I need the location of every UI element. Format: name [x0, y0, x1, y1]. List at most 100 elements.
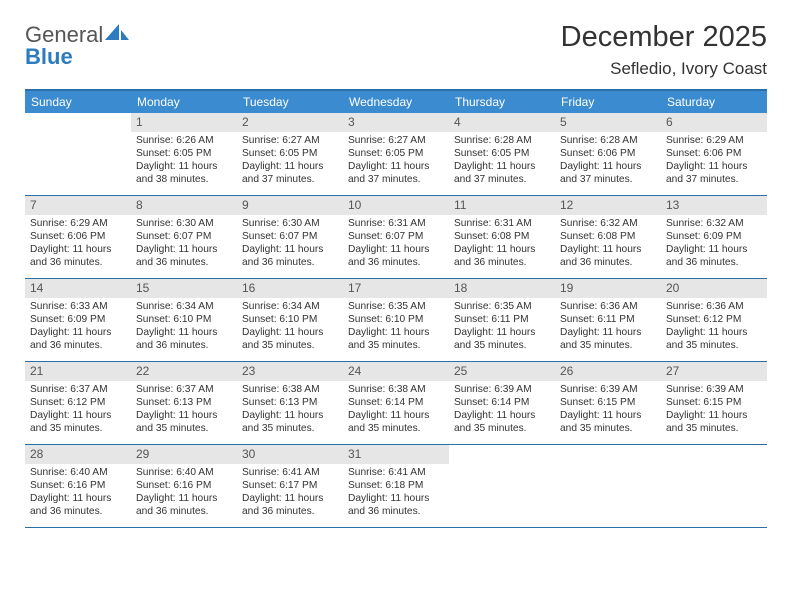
day-header-monday: Monday [131, 91, 237, 113]
day-cell-20: 20Sunrise: 6:36 AMSunset: 6:12 PMDayligh… [661, 279, 767, 361]
sunrise-text: Sunrise: 6:39 AM [666, 383, 762, 396]
day-cell-22: 22Sunrise: 6:37 AMSunset: 6:13 PMDayligh… [131, 362, 237, 444]
sunset-text: Sunset: 6:07 PM [348, 230, 444, 243]
sunset-text: Sunset: 6:05 PM [454, 147, 550, 160]
day-number: 16 [237, 279, 343, 298]
daylight-text: Daylight: 11 hours and 36 minutes. [30, 243, 126, 269]
sunrise-text: Sunrise: 6:28 AM [454, 134, 550, 147]
sunrise-text: Sunrise: 6:39 AM [560, 383, 656, 396]
sunrise-text: Sunrise: 6:32 AM [666, 217, 762, 230]
daylight-text: Daylight: 11 hours and 36 minutes. [136, 492, 232, 518]
day-number: 17 [343, 279, 449, 298]
sunset-text: Sunset: 6:12 PM [666, 313, 762, 326]
sunset-text: Sunset: 6:06 PM [560, 147, 656, 160]
daylight-text: Daylight: 11 hours and 36 minutes. [30, 326, 126, 352]
day-cell-16: 16Sunrise: 6:34 AMSunset: 6:10 PMDayligh… [237, 279, 343, 361]
sunrise-text: Sunrise: 6:35 AM [348, 300, 444, 313]
sunrise-text: Sunrise: 6:38 AM [348, 383, 444, 396]
daylight-text: Daylight: 11 hours and 36 minutes. [560, 243, 656, 269]
sunrise-text: Sunrise: 6:32 AM [560, 217, 656, 230]
day-number: 14 [25, 279, 131, 298]
calendar: SundayMondayTuesdayWednesdayThursdayFrid… [25, 89, 767, 528]
day-number: 5 [555, 113, 661, 132]
daylight-text: Daylight: 11 hours and 37 minutes. [348, 160, 444, 186]
sunset-text: Sunset: 6:06 PM [666, 147, 762, 160]
sunset-text: Sunset: 6:05 PM [242, 147, 338, 160]
day-cell-6: 6Sunrise: 6:29 AMSunset: 6:06 PMDaylight… [661, 113, 767, 195]
day-cell-7: 7Sunrise: 6:29 AMSunset: 6:06 PMDaylight… [25, 196, 131, 278]
week-row: 21Sunrise: 6:37 AMSunset: 6:12 PMDayligh… [25, 362, 767, 445]
daylight-text: Daylight: 11 hours and 36 minutes. [242, 492, 338, 518]
sunrise-text: Sunrise: 6:38 AM [242, 383, 338, 396]
day-cell-12: 12Sunrise: 6:32 AMSunset: 6:08 PMDayligh… [555, 196, 661, 278]
daylight-text: Daylight: 11 hours and 36 minutes. [348, 492, 444, 518]
day-number: 29 [131, 445, 237, 464]
sunset-text: Sunset: 6:10 PM [348, 313, 444, 326]
day-cell-9: 9Sunrise: 6:30 AMSunset: 6:07 PMDaylight… [237, 196, 343, 278]
sunrise-text: Sunrise: 6:27 AM [242, 134, 338, 147]
sunrise-text: Sunrise: 6:30 AM [242, 217, 338, 230]
day-cell-30: 30Sunrise: 6:41 AMSunset: 6:17 PMDayligh… [237, 445, 343, 527]
day-number: 2 [237, 113, 343, 132]
daylight-text: Daylight: 11 hours and 36 minutes. [454, 243, 550, 269]
day-header-friday: Friday [555, 91, 661, 113]
sunrise-text: Sunrise: 6:36 AM [560, 300, 656, 313]
sunrise-text: Sunrise: 6:29 AM [666, 134, 762, 147]
day-number: 15 [131, 279, 237, 298]
sunrise-text: Sunrise: 6:34 AM [242, 300, 338, 313]
sunset-text: Sunset: 6:05 PM [136, 147, 232, 160]
day-cell-14: 14 Sunrise: 6:33 AMSunset: 6:09 PMDayligh… [25, 279, 131, 361]
sunrise-text: Sunrise: 6:41 AM [242, 466, 338, 479]
day-cell-18: 18Sunrise: 6:35 AMSunset: 6:11 PMDayligh… [449, 279, 555, 361]
week-row: 1Sunrise: 6:26 AMSunset: 6:05 PMDaylight… [25, 113, 767, 196]
day-number: 11 [449, 196, 555, 215]
daylight-text: Daylight: 11 hours and 36 minutes. [136, 243, 232, 269]
daylight-text: Daylight: 11 hours and 38 minutes. [136, 160, 232, 186]
day-number: 12 [555, 196, 661, 215]
day-cell-3: 3Sunrise: 6:27 AMSunset: 6:05 PMDaylight… [343, 113, 449, 195]
day-number: 9 [237, 196, 343, 215]
sunrise-text: Sunrise: 6:33 AM [30, 300, 126, 313]
day-cell-24: 24Sunrise: 6:38 AMSunset: 6:14 PMDayligh… [343, 362, 449, 444]
sunrise-text: Sunrise: 6:31 AM [348, 217, 444, 230]
day-cell-11: 11Sunrise: 6:31 AMSunset: 6:08 PMDayligh… [449, 196, 555, 278]
daylight-text: Daylight: 11 hours and 35 minutes. [348, 326, 444, 352]
day-cell-31: 31Sunrise: 6:41 AMSunset: 6:18 PMDayligh… [343, 445, 449, 527]
day-cell-2: 2Sunrise: 6:27 AMSunset: 6:05 PMDaylight… [237, 113, 343, 195]
day-number: 26 [555, 362, 661, 381]
day-header-row: SundayMondayTuesdayWednesdayThursdayFrid… [25, 91, 767, 113]
sunset-text: Sunset: 6:09 PM [666, 230, 762, 243]
week-row: 7Sunrise: 6:29 AMSunset: 6:06 PMDaylight… [25, 196, 767, 279]
daylight-text: Daylight: 11 hours and 35 minutes. [666, 326, 762, 352]
sunrise-text: Sunrise: 6:30 AM [136, 217, 232, 230]
daylight-text: Daylight: 11 hours and 35 minutes. [454, 326, 550, 352]
day-cell-4: 4Sunrise: 6:28 AMSunset: 6:05 PMDaylight… [449, 113, 555, 195]
empty-cell [449, 445, 555, 527]
day-number: 22 [131, 362, 237, 381]
daylight-text: Daylight: 11 hours and 35 minutes. [454, 409, 550, 435]
sunrise-text: Sunrise: 6:35 AM [454, 300, 550, 313]
sunset-text: Sunset: 6:18 PM [348, 479, 444, 492]
day-number: 10 [343, 196, 449, 215]
sunset-text: Sunset: 6:16 PM [136, 479, 232, 492]
sunset-text: Sunset: 6:10 PM [242, 313, 338, 326]
title-block: December 2025 Sefledio, Ivory Coast [561, 22, 767, 79]
day-header-saturday: Saturday [661, 91, 767, 113]
daylight-text: Daylight: 11 hours and 37 minutes. [666, 160, 762, 186]
sunset-text: Sunset: 6:09 PM [30, 313, 126, 326]
day-number: 23 [237, 362, 343, 381]
week-row: 28Sunrise: 6:40 AMSunset: 6:16 PMDayligh… [25, 445, 767, 528]
day-cell-10: 10 Sunrise: 6:31 AMSunset: 6:07 PMDayligh… [343, 196, 449, 278]
logo-word2: Blue [25, 44, 73, 69]
day-number: 13 [661, 196, 767, 215]
sunrise-text: Sunrise: 6:36 AM [666, 300, 762, 313]
day-cell-29: 29Sunrise: 6:40 AMSunset: 6:16 PMDayligh… [131, 445, 237, 527]
daylight-text: Daylight: 11 hours and 36 minutes. [348, 243, 444, 269]
sunset-text: Sunset: 6:16 PM [30, 479, 126, 492]
sunset-text: Sunset: 6:14 PM [454, 396, 550, 409]
sunset-text: Sunset: 6:08 PM [454, 230, 550, 243]
day-number: 19 [555, 279, 661, 298]
day-cell-1: 1Sunrise: 6:26 AMSunset: 6:05 PMDaylight… [131, 113, 237, 195]
daylight-text: Daylight: 11 hours and 35 minutes. [30, 409, 126, 435]
day-number: 31 [343, 445, 449, 464]
